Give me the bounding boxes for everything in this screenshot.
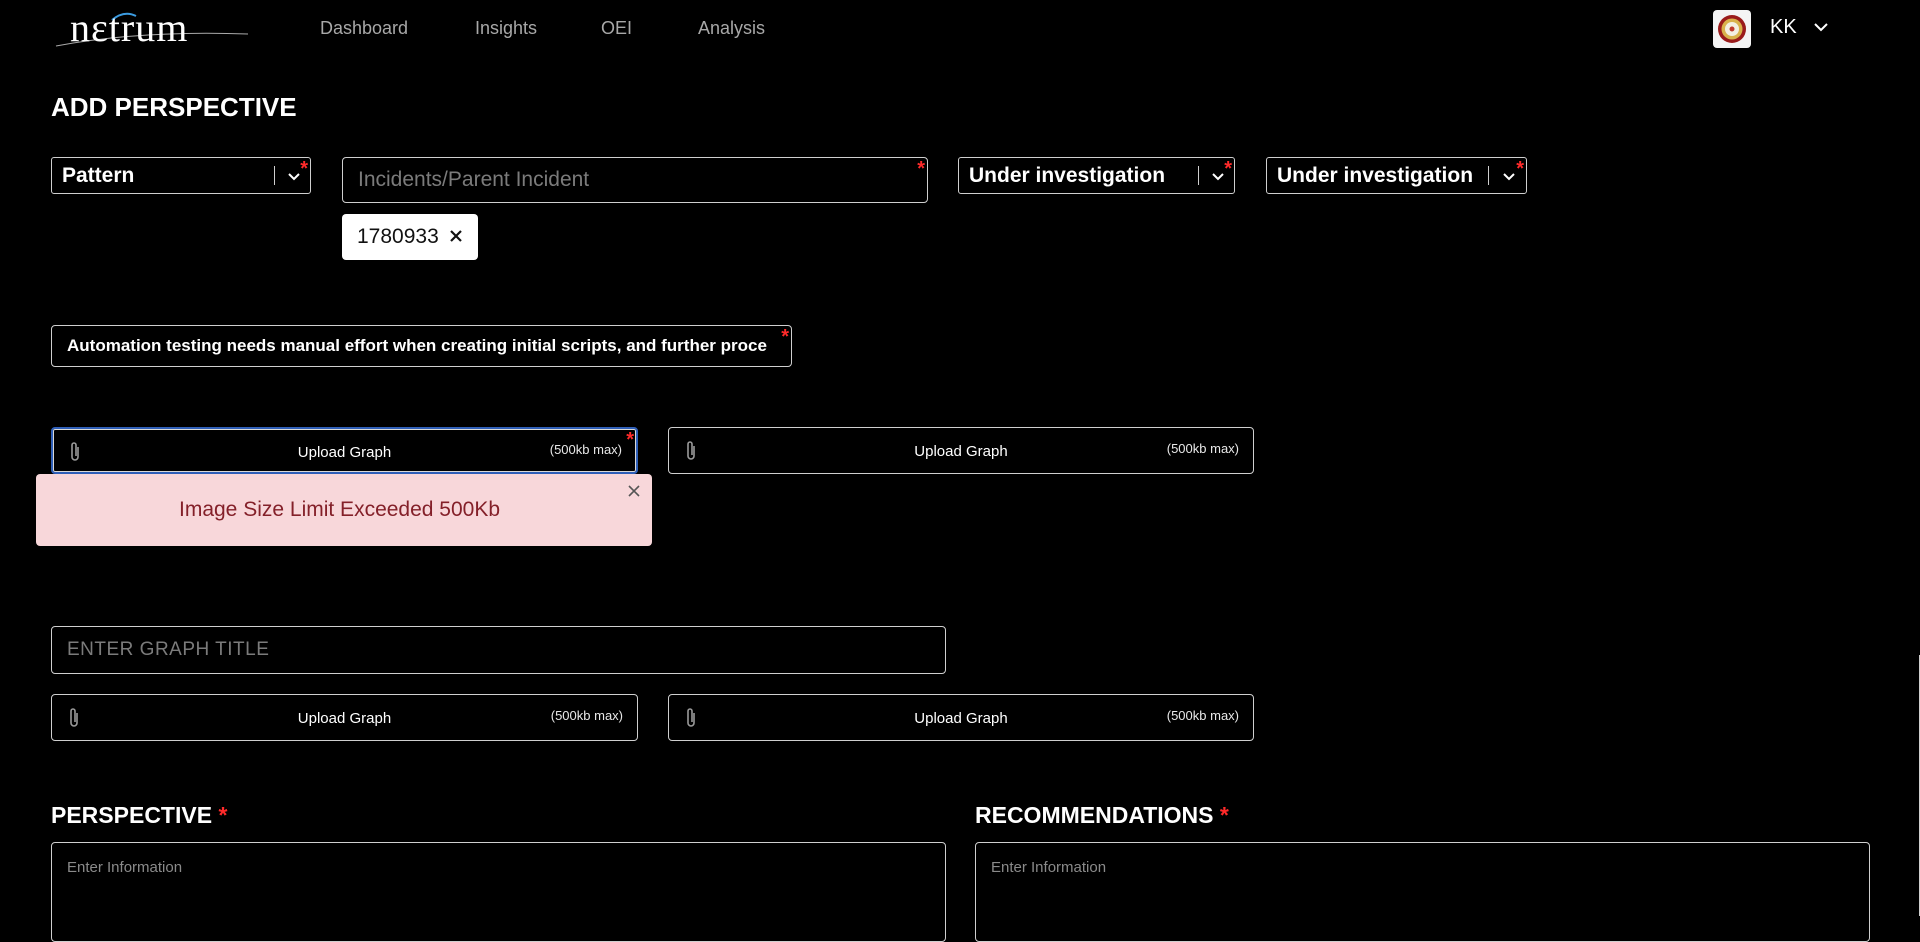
type-select-value: Pattern [62,163,135,187]
error-alert-message: Image Size Limit Exceeded 500Kb [179,498,501,521]
error-alert: Image Size Limit Exceeded 500Kb [36,474,652,546]
netrum-logo[interactable]: nεtrum [52,5,252,50]
required-mark: * [1219,802,1229,828]
type-select[interactable]: Pattern * [51,157,311,194]
recommendations-placeholder: Enter Information [991,859,1107,876]
graph-title-placeholder: ENTER GRAPH TITLE [67,639,270,660]
summary-text: Automation testing needs manual effort w… [67,336,767,355]
perspective-heading-text: PERSPECTIVE [51,802,213,828]
upload-label: Upload Graph [914,443,1008,460]
incident-chip-label: 1780933 [357,225,439,248]
incident-placeholder: Incidents/Parent Incident [358,168,590,191]
nav-analysis[interactable]: Analysis [698,18,765,39]
page-title: ADD PERSPECTIVE [51,92,297,122]
select-separator [274,166,275,185]
perspective-heading: PERSPECTIVE * [51,802,227,829]
upload-graph-2[interactable]: Upload Graph (500kb max) [668,427,1254,474]
upload-max-size: (500kb max) [550,708,623,723]
required-mark: * [1516,158,1524,180]
required-mark: * [626,429,634,451]
recommendations-textarea[interactable]: Enter Information [975,842,1870,942]
upload-label: Upload Graph [297,710,392,727]
upload-graph-1[interactable]: Upload Graph (500kb max) * [51,427,638,474]
required-mark: * [218,802,228,828]
perspective-textarea[interactable]: Enter Information [51,842,946,942]
recommendations-heading: RECOMMENDATIONS * [975,802,1229,829]
nav-insights[interactable]: Insights [475,18,537,39]
chevron-down-icon[interactable] [1501,169,1517,185]
perspective-placeholder: Enter Information [67,859,183,876]
upload-graph-3[interactable]: Upload Graph (500kb max) [51,694,638,741]
user-initials[interactable]: KK [1770,16,1797,39]
nav-dashboard[interactable]: Dashboard [320,18,408,39]
status-select-1[interactable]: Under investigation * [958,157,1235,194]
upload-max-size: (500kb max) [1166,708,1239,723]
upload-max-size: (500kb max) [549,442,622,457]
incident-chip: 1780933 [342,214,478,260]
required-mark: * [781,326,789,348]
avatar-seal-icon [1718,15,1746,43]
upload-max-size: (500kb max) [1166,441,1239,456]
recommendations-heading-text: RECOMMENDATIONS [975,802,1214,828]
status-select-2[interactable]: Under investigation * [1266,157,1527,194]
required-mark: * [300,158,308,180]
summary-input[interactable]: Automation testing needs manual effort w… [51,325,792,367]
select-separator [1488,166,1489,185]
close-icon[interactable] [626,483,642,499]
required-mark: * [1224,158,1232,180]
user-menu-chevron-down-icon[interactable] [1812,18,1830,36]
upload-label: Upload Graph [914,710,1008,727]
graph-title-input[interactable]: ENTER GRAPH TITLE [51,626,946,674]
required-mark: * [917,158,925,180]
avatar[interactable] [1713,10,1751,48]
status-select-2-value: Under investigation [1277,163,1474,187]
select-separator [1198,166,1199,185]
logo-text: nεtrum [70,5,189,50]
incident-input[interactable]: Incidents/Parent Incident * [342,157,928,203]
upload-label: Upload Graph [297,444,392,461]
nav-oei[interactable]: OEI [601,18,632,39]
upload-graph-4[interactable]: Upload Graph (500kb max) [668,694,1254,741]
remove-chip-close-icon[interactable] [448,228,464,244]
status-select-1-value: Under investigation [969,163,1166,187]
